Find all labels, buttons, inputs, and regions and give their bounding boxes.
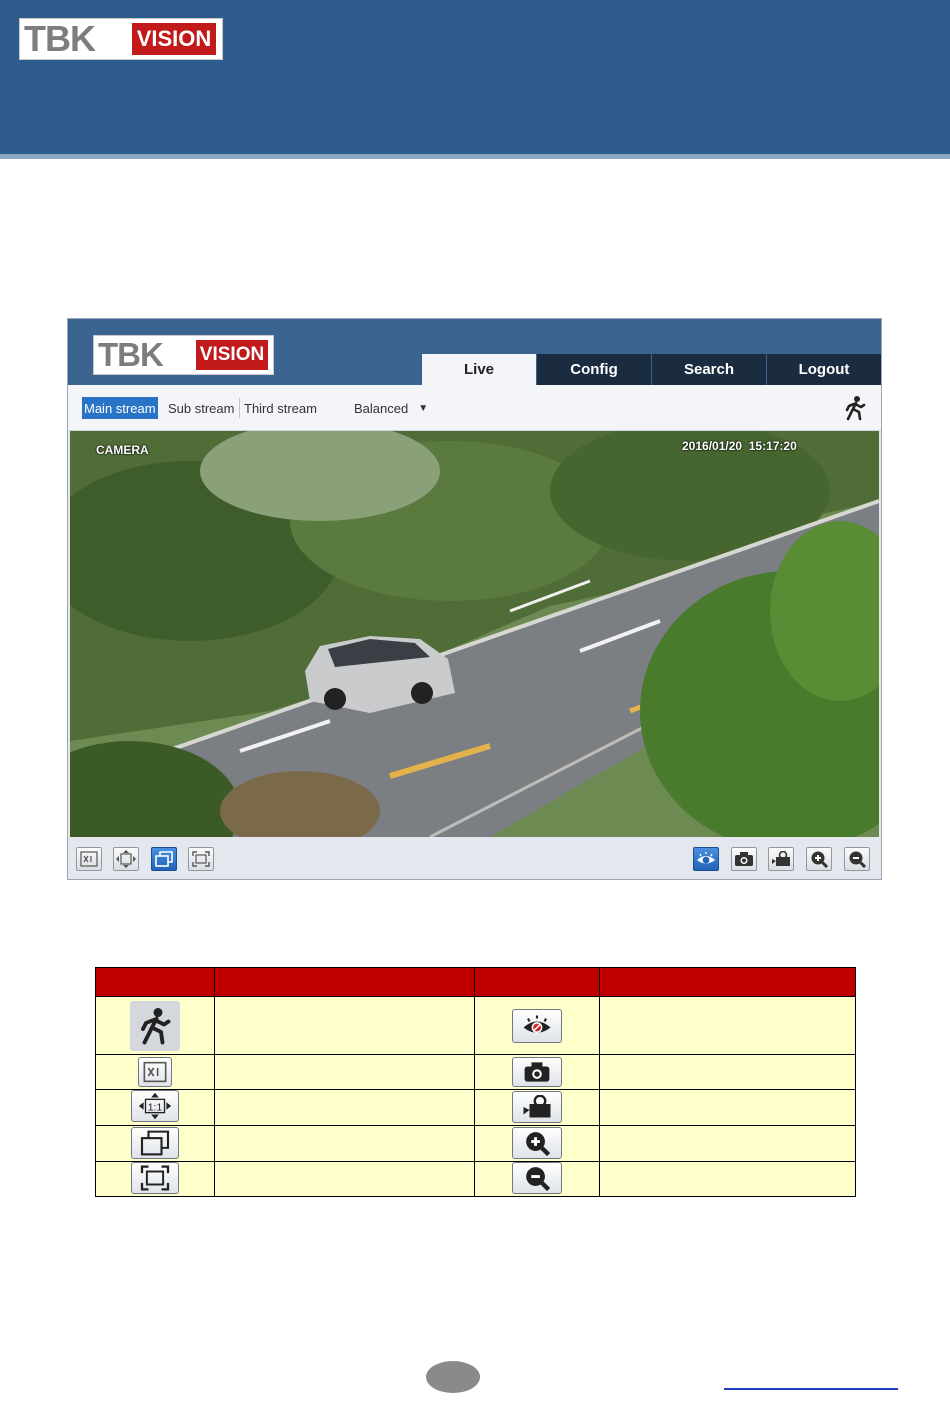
legend-icon-cell <box>95 1054 215 1090</box>
walker-icon[interactable] <box>843 395 867 421</box>
legend-description-cell <box>599 1054 856 1090</box>
legend-description-cell <box>214 1054 475 1090</box>
third-stream-button[interactable]: Third stream <box>242 397 319 419</box>
footer-link[interactable] <box>724 1388 898 1390</box>
camera-snapshot-icon <box>512 1056 562 1087</box>
video-record-icon[interactable] <box>768 847 794 871</box>
page-number-badge <box>426 1361 480 1393</box>
legend-icon-cell <box>95 1161 215 1197</box>
stream-toolbar: Main stream Sub stream Third stream Bala… <box>68 385 881 431</box>
window-restore-icon[interactable] <box>151 847 177 871</box>
mode-dropdown[interactable]: Balanced ▼ <box>354 397 428 419</box>
eye-icon <box>512 1008 562 1043</box>
legend-icon-cell <box>474 1089 600 1126</box>
legend-description-cell <box>599 1125 856 1162</box>
icon-legend-table: 1:1 <box>95 967 856 1197</box>
video-toolbar <box>68 838 881 879</box>
main-stream-button[interactable]: Main stream <box>82 397 158 419</box>
camera-snapshot-icon[interactable] <box>731 847 757 871</box>
fit-window-icon[interactable] <box>113 847 139 871</box>
tab-logout[interactable]: Logout <box>767 354 881 385</box>
video-record-icon <box>512 1091 562 1123</box>
window-restore-icon <box>131 1126 179 1159</box>
web-header: TBK VISION Live Config Search Logout <box>68 319 881 385</box>
svg-text:1:1: 1:1 <box>148 1102 163 1113</box>
brand-logo: TBK VISION <box>19 18 223 60</box>
fullscreen-icon <box>131 1162 179 1194</box>
fit-window-icon: 1:1 <box>131 1090 179 1122</box>
camera-name-osd: CAMERA <box>96 443 149 457</box>
legend-icon-cell: 1:1 <box>95 1089 215 1126</box>
fullscreen-icon[interactable] <box>188 847 214 871</box>
original-size-icon <box>138 1056 172 1087</box>
legend-description-cell <box>214 996 475 1055</box>
legend-icon-cell <box>474 996 600 1055</box>
stream-separator <box>239 398 240 418</box>
zoom-in-icon <box>512 1126 562 1159</box>
table-row <box>95 1054 856 1090</box>
table-row: 1:1 <box>95 1089 856 1126</box>
eye-icon[interactable] <box>693 847 719 871</box>
web-logo-badge: VISION <box>196 340 268 370</box>
web-logo-text: TBK <box>98 336 164 373</box>
legend-header-cell <box>599 967 856 997</box>
legend-header-cell <box>95 967 215 997</box>
tab-live[interactable]: Live <box>422 354 536 385</box>
legend-header-cell <box>474 967 600 997</box>
page-header: TBK VISION <box>0 0 950 154</box>
video-frame <box>70 431 879 837</box>
brand-logo-badge: VISION <box>132 23 216 55</box>
zoom-out-icon[interactable] <box>844 847 870 871</box>
timestamp-osd: 2016/01/20 15:17:20 <box>682 439 797 453</box>
table-row <box>95 1125 856 1162</box>
tab-search[interactable]: Search <box>652 354 766 385</box>
web-logo: TBK VISION <box>93 335 274 375</box>
legend-header-row <box>95 967 856 997</box>
chevron-down-icon: ▼ <box>418 402 429 414</box>
legend-description-cell <box>599 1089 856 1126</box>
legend-icon-cell <box>95 1125 215 1162</box>
table-row <box>95 996 856 1055</box>
header-divider <box>0 154 950 159</box>
walker-icon <box>130 1000 180 1051</box>
live-video[interactable]: CAMERA 2016/01/20 15:17:20 <box>70 431 879 837</box>
legend-icon-cell <box>474 1125 600 1162</box>
legend-icon-cell <box>474 1161 600 1197</box>
original-size-icon[interactable] <box>76 847 102 871</box>
brand-logo-text: TBK <box>24 18 96 59</box>
legend-description-cell <box>214 1125 475 1162</box>
mode-dropdown-value: Balanced <box>354 400 409 416</box>
legend-description-cell <box>599 996 856 1055</box>
zoom-in-icon[interactable] <box>806 847 832 871</box>
legend-description-cell <box>599 1161 856 1197</box>
sub-stream-button[interactable]: Sub stream <box>166 397 236 419</box>
main-tabs: Live Config Search Logout <box>422 354 882 385</box>
live-view-window: TBK VISION Live Config Search Logout Mai… <box>67 318 882 880</box>
tab-config[interactable]: Config <box>537 354 651 385</box>
legend-description-cell <box>214 1089 475 1126</box>
zoom-out-icon <box>512 1162 562 1194</box>
legend-icon-cell <box>95 996 215 1055</box>
table-row <box>95 1161 856 1197</box>
legend-header-cell <box>214 967 475 997</box>
legend-icon-cell <box>474 1054 600 1090</box>
legend-description-cell <box>214 1161 475 1197</box>
